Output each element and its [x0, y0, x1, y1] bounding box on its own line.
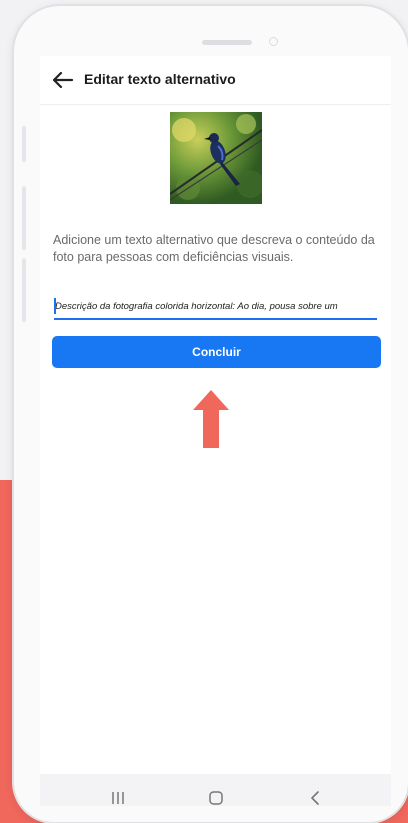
- home-icon[interactable]: [202, 788, 230, 806]
- app-screen: Editar texto alternativo Adicione um tex…: [40, 56, 391, 806]
- arrow-left-icon[interactable]: [50, 68, 76, 92]
- recent-apps-icon[interactable]: [104, 788, 132, 806]
- arrow-up-icon: [193, 390, 229, 448]
- volume-button: [22, 186, 26, 250]
- front-camera: [269, 37, 278, 46]
- instruction-text: Adicione um texto alternativo que descre…: [53, 233, 375, 264]
- text-cursor: [54, 298, 56, 314]
- page-title: Editar texto alternativo: [84, 71, 236, 87]
- earpiece-speaker: [202, 40, 252, 45]
- done-button[interactable]: Concluir: [52, 336, 381, 368]
- photo-thumbnail: [170, 112, 262, 204]
- system-nav-bar: [40, 774, 391, 806]
- app-bar: Editar texto alternativo: [40, 56, 391, 105]
- volume-button: [22, 126, 26, 162]
- back-icon[interactable]: [302, 788, 330, 806]
- power-button: [22, 258, 26, 322]
- alt-text-input[interactable]: [54, 294, 377, 320]
